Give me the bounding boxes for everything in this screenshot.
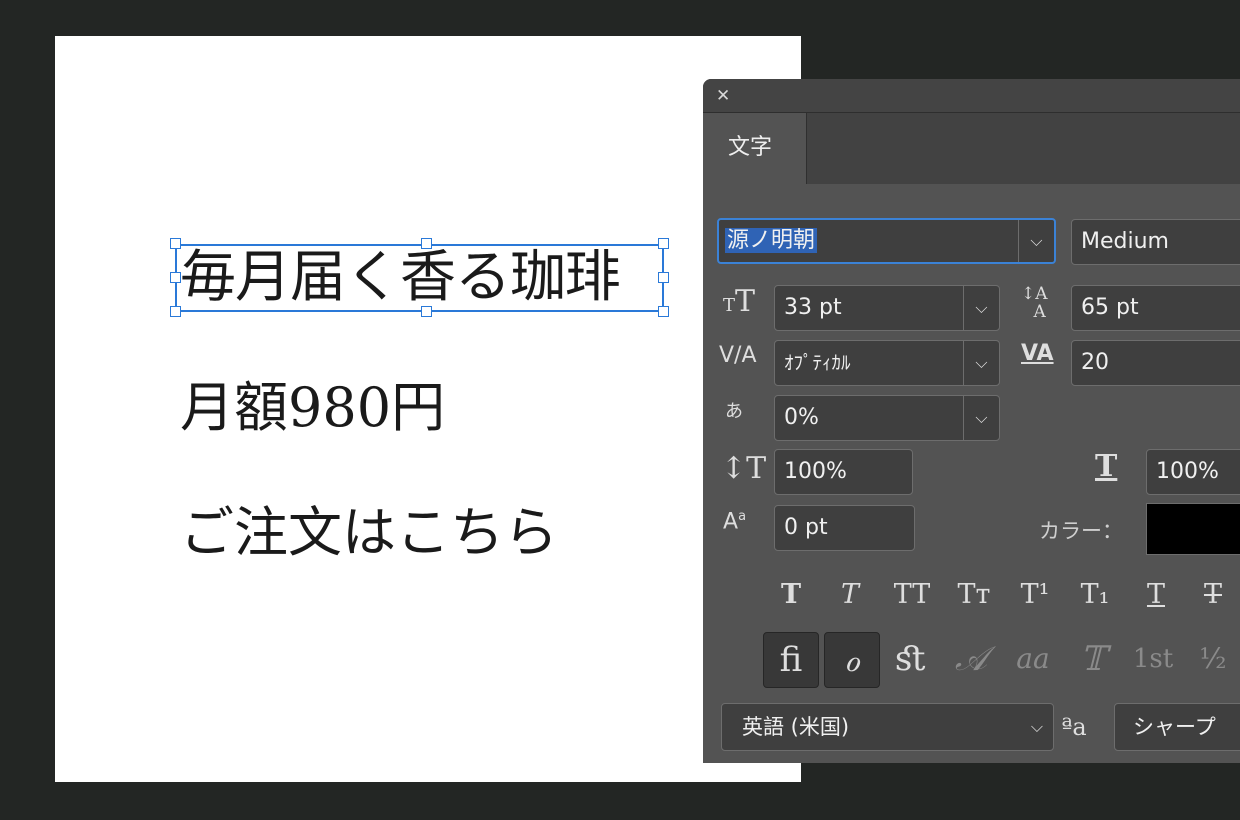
bbox-handle-tl[interactable] xyxy=(170,238,181,249)
bbox-handle-bc[interactable] xyxy=(421,306,432,317)
underline-button[interactable]: T xyxy=(1130,575,1182,615)
antialias-icon: ªa xyxy=(1061,713,1087,741)
tracking-value: 20 xyxy=(1081,350,1109,375)
horizontal-scale-icon: T xyxy=(1095,449,1118,484)
vertical-scale-field[interactable]: 100% xyxy=(774,449,913,495)
titling-alternates-button[interactable]: 𝕋 xyxy=(1065,632,1121,688)
font-family-value: 源ノ明朝 xyxy=(725,228,818,253)
chevron-down-icon[interactable]: ⌵ xyxy=(963,286,999,330)
tracking-icon: VA xyxy=(1021,341,1054,366)
small-caps-button[interactable]: Tт xyxy=(948,575,1000,615)
antialias-value: シャープ xyxy=(1133,715,1216,739)
leading-value: 65 pt xyxy=(1081,295,1139,320)
swash-button[interactable]: 𝒜 xyxy=(943,632,999,688)
tsume-value: 0% xyxy=(784,405,819,430)
fractions-button[interactable]: ½ xyxy=(1185,632,1240,688)
font-size-field[interactable]: 33 pt ⌵ xyxy=(774,285,1000,331)
tab-character-label: 文字 xyxy=(728,135,773,160)
bbox-handle-tr[interactable] xyxy=(658,238,669,249)
ordinals-button[interactable]: 1st xyxy=(1125,632,1181,688)
bbox-handle-tc[interactable] xyxy=(421,238,432,249)
horizontal-scale-field[interactable]: 100% xyxy=(1146,449,1240,495)
chevron-down-icon[interactable]: ⌵ xyxy=(963,341,999,385)
font-style-select[interactable]: Medium xyxy=(1071,219,1240,265)
chevron-down-icon: ⌵ xyxy=(1030,717,1043,736)
font-size-icon: TT xyxy=(723,284,756,319)
bbox-handle-bl[interactable] xyxy=(170,306,181,317)
baseline-shift-icon: Aa xyxy=(723,509,747,535)
language-select[interactable]: 英語 (米国) ⌵ xyxy=(721,703,1054,751)
font-family-select[interactable]: 源ノ明朝 ⌵ xyxy=(717,218,1056,264)
color-label: カラー： xyxy=(1039,519,1123,543)
tracking-field[interactable]: 20 xyxy=(1071,340,1240,386)
vertical-scale-icon: ↕T xyxy=(721,451,767,486)
kerning-select[interactable]: ｵﾌﾟﾃｨｶﾙ ⌵ xyxy=(774,340,1000,386)
tab-character[interactable]: 文字 xyxy=(703,113,807,184)
faux-italic-button[interactable]: T xyxy=(824,575,876,615)
font-size-value: 33 pt xyxy=(784,295,842,320)
superscript-button[interactable]: T¹ xyxy=(1009,575,1061,615)
tsume-select[interactable]: 0% ⌵ xyxy=(774,395,1000,441)
old-style-button[interactable]: ﬆ xyxy=(883,632,939,688)
ligatures-button[interactable]: ﬁ xyxy=(763,632,819,688)
close-icon[interactable]: ✕ xyxy=(716,86,730,106)
bbox-handle-br[interactable] xyxy=(658,306,669,317)
kerning-value: ｵﾌﾟﾃｨｶﾙ xyxy=(784,352,851,374)
font-style-value: Medium xyxy=(1081,229,1169,254)
baseline-shift-value: 0 pt xyxy=(784,515,828,540)
discretionary-ligatures-button[interactable]: ℴ xyxy=(824,632,880,688)
all-caps-button[interactable]: TT xyxy=(886,575,938,615)
language-value: 英語 (米国) xyxy=(742,715,850,739)
kerning-icon: V/A xyxy=(719,343,757,368)
price-text[interactable]: 月額980円 xyxy=(180,375,445,441)
leading-icon: ↕A A xyxy=(1021,284,1048,322)
antialias-select[interactable]: シャープ xyxy=(1114,703,1240,751)
bbox-handle-mr[interactable] xyxy=(658,272,669,283)
faux-bold-button[interactable]: T xyxy=(765,575,817,615)
subscript-button[interactable]: T₁ xyxy=(1069,575,1121,615)
leading-field[interactable]: 65 pt xyxy=(1071,285,1240,331)
vertical-scale-value: 100% xyxy=(784,459,847,484)
tsume-icon: あ xyxy=(725,401,743,422)
chevron-down-icon[interactable]: ⌵ xyxy=(1018,220,1054,262)
text-selection-bbox[interactable] xyxy=(175,244,664,312)
baseline-shift-field[interactable]: 0 pt xyxy=(774,505,915,551)
chevron-down-icon[interactable]: ⌵ xyxy=(963,396,999,440)
panel-titlebar: ✕ xyxy=(703,79,1240,113)
bbox-handle-ml[interactable] xyxy=(170,272,181,283)
character-panel: ✕ 文字 源ノ明朝 ⌵ Medium TT 33 pt ⌵ ↕A A 65 pt… xyxy=(703,79,1240,763)
panel-tab-strip: 文字 xyxy=(703,113,1240,184)
horizontal-scale-value: 100% xyxy=(1156,459,1219,484)
color-swatch[interactable] xyxy=(1146,503,1240,555)
stylistic-alternates-button[interactable]: aa xyxy=(1005,632,1061,688)
order-text[interactable]: ご注文はこちら xyxy=(180,498,558,568)
strikethrough-button[interactable]: T xyxy=(1187,575,1239,615)
